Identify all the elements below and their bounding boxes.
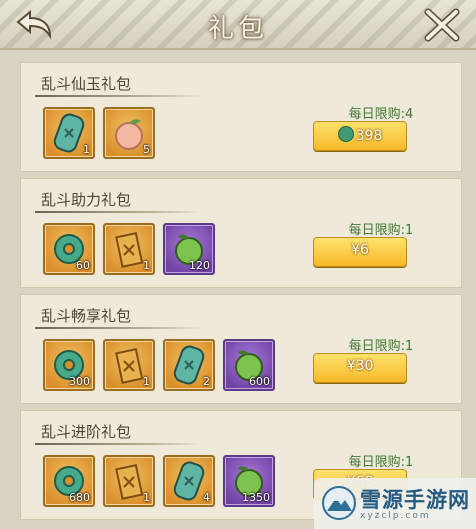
daily-limit: 每日限购:1 <box>348 223 414 238</box>
pack-card: 乱斗畅享礼包 300 1 2 600 每日限购:1 ¥30 <box>20 294 462 404</box>
price-label: ¥6 <box>351 242 369 258</box>
item-slot[interactable]: 1 <box>103 339 155 391</box>
item-quantity: 60 <box>76 259 90 272</box>
item-quantity: 5 <box>143 143 150 156</box>
item-quantity: 120 <box>189 259 210 272</box>
item-quantity: 680 <box>69 491 90 504</box>
mountain-logo-icon <box>322 486 356 520</box>
pack-list: 乱斗仙玉礼包 1 5 每日限购:4 398 乱斗助力礼包 60 1 120 每日… <box>20 62 462 529</box>
item-slot[interactable]: 1 <box>43 107 95 159</box>
item-quantity: 1350 <box>242 491 270 504</box>
item-quantity: 2 <box>203 375 210 388</box>
price-label: ¥30 <box>346 358 374 374</box>
header-bar: 礼包 <box>0 0 476 50</box>
item-slot[interactable]: 60 <box>43 223 95 275</box>
pack-name: 乱斗畅享礼包 <box>41 307 132 325</box>
title-underline <box>35 211 205 213</box>
item-slot[interactable]: 4 <box>163 455 215 507</box>
item-slot[interactable]: 300 <box>43 339 95 391</box>
title-underline <box>35 327 205 329</box>
item-quantity: 1 <box>143 491 150 504</box>
gift-pack-panel: 礼包 乱斗仙玉礼包 1 5 每日限购:4 398 乱斗助力礼包 60 1 120… <box>0 0 476 529</box>
pack-card: 乱斗仙玉礼包 1 5 每日限购:4 398 <box>20 62 462 172</box>
watermark-url: xyzclp.com <box>360 511 431 521</box>
item-quantity: 1 <box>143 375 150 388</box>
title-underline <box>35 95 205 97</box>
daily-limit: 每日限购:1 <box>348 339 414 354</box>
item-quantity: 600 <box>249 375 270 388</box>
page-title: 礼包 <box>207 14 268 44</box>
site-watermark: 雪源手游网 xyzclp.com <box>314 478 476 529</box>
buy-button[interactable]: ¥6 <box>313 237 407 267</box>
pack-name: 乱斗助力礼包 <box>41 191 132 209</box>
item-slot[interactable]: 1350 <box>223 455 275 507</box>
title-underline <box>35 443 205 445</box>
item-slot[interactable]: 1 <box>103 455 155 507</box>
price-label: 398 <box>355 128 383 144</box>
item-quantity: 1 <box>143 259 150 272</box>
item-slot[interactable]: 1 <box>103 223 155 275</box>
daily-limit: 每日限购:4 <box>348 107 414 122</box>
item-slot[interactable]: 600 <box>223 339 275 391</box>
pack-name: 乱斗进阶礼包 <box>41 423 132 441</box>
buy-button[interactable]: ¥30 <box>313 353 407 383</box>
daily-limit: 每日限购:1 <box>348 455 414 470</box>
jade-coin-icon <box>337 126 354 142</box>
item-slot[interactable]: 120 <box>163 223 215 275</box>
item-quantity: 4 <box>203 491 210 504</box>
item-quantity: 300 <box>69 375 90 388</box>
item-slot[interactable]: 680 <box>43 455 95 507</box>
item-quantity: 1 <box>83 143 90 156</box>
item-slot[interactable]: 2 <box>163 339 215 391</box>
pack-card: 乱斗助力礼包 60 1 120 每日限购:1 ¥6 <box>20 178 462 288</box>
item-slot[interactable]: 5 <box>103 107 155 159</box>
watermark-text: 雪源手游网 <box>360 488 470 512</box>
pack-name: 乱斗仙玉礼包 <box>41 75 132 93</box>
buy-button[interactable]: 398 <box>313 121 407 151</box>
close-icon[interactable] <box>420 6 464 44</box>
